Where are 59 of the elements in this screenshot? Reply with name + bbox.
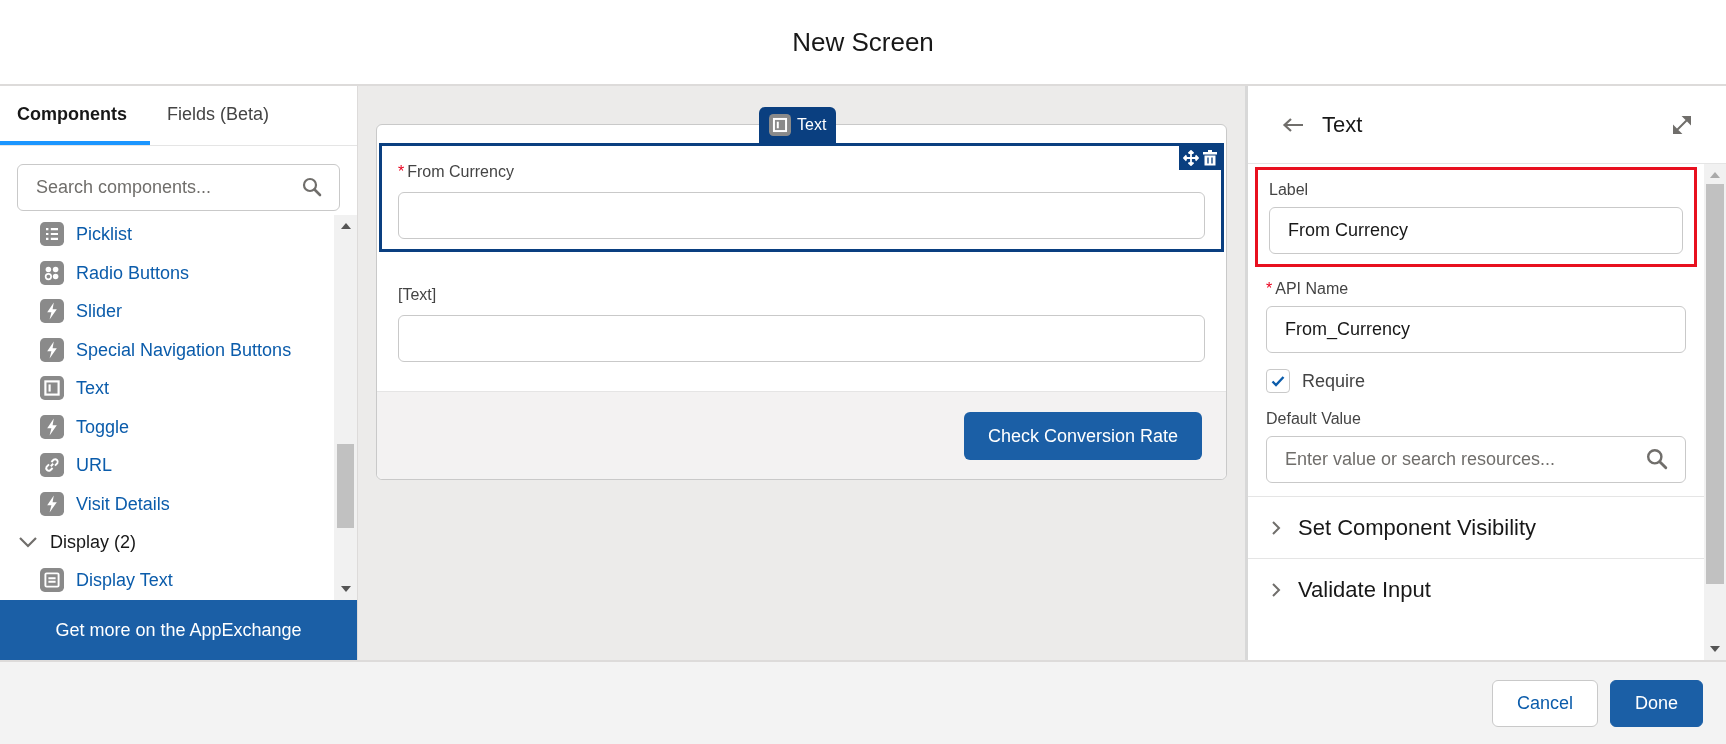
- delete-icon[interactable]: [1203, 150, 1217, 166]
- required-mark: *: [1266, 279, 1273, 299]
- text-field-icon: [769, 114, 791, 136]
- lightning-bolt-icon: [40, 337, 64, 362]
- scrollbar[interactable]: [334, 215, 357, 600]
- expand-icon[interactable]: [1672, 114, 1692, 135]
- field-label: [Text]: [398, 285, 437, 305]
- appexchange-button[interactable]: Get more on the AppExchange: [0, 600, 357, 660]
- input-field[interactable]: [398, 192, 1205, 239]
- component-item[interactable]: Text: [76, 374, 109, 403]
- move-icon[interactable]: [1183, 150, 1199, 166]
- component-item[interactable]: Slider: [76, 297, 123, 326]
- check-icon: [1271, 375, 1285, 387]
- back-arrow-icon[interactable]: [1282, 116, 1304, 133]
- component-item[interactable]: Picklist: [76, 220, 132, 249]
- required-mark: *: [398, 162, 405, 182]
- scroll-down-icon[interactable]: [340, 586, 351, 592]
- tab[interactable]: Fields (Beta): [150, 86, 287, 145]
- panel-title: Text: [1322, 111, 1363, 139]
- scroll-thumb[interactable]: [337, 444, 354, 528]
- section-header[interactable]: Display (2): [50, 528, 137, 556]
- scroll-up-icon[interactable]: [340, 223, 351, 229]
- default-value-field[interactable]: Enter value or search resources...: [1266, 436, 1686, 483]
- search-icon: [1646, 448, 1668, 470]
- scroll-thumb[interactable]: [1706, 184, 1724, 584]
- scrollbar[interactable]: [1704, 164, 1726, 660]
- display-text-icon: [40, 568, 64, 593]
- component-item[interactable]: Radio Buttons: [76, 258, 190, 287]
- selected-component[interactable]: * From Currency: [379, 143, 1224, 252]
- checkbox[interactable]: [1266, 369, 1290, 393]
- component-item[interactable]: Special Navigation Buttons: [76, 335, 292, 364]
- search-icon: [302, 177, 322, 197]
- list-icon: [40, 222, 64, 247]
- link-icon: [40, 453, 64, 478]
- cancel-button[interactable]: Cancel: [1491, 679, 1598, 727]
- text-field-icon: [40, 376, 64, 401]
- component-item[interactable]: URL: [76, 451, 112, 480]
- component-item[interactable]: Display Text: [76, 566, 173, 595]
- input-field[interactable]: [398, 315, 1205, 362]
- component-item[interactable]: Visit Details: [76, 489, 170, 518]
- field-label: From Currency: [407, 162, 514, 182]
- window-title: New Screen: [792, 25, 934, 59]
- tab[interactable]: Components: [0, 86, 150, 145]
- lightning-bolt-icon: [40, 414, 64, 439]
- radio-buttons-icon: [40, 260, 64, 285]
- field-label: API Name: [1275, 279, 1349, 299]
- scroll-down-icon[interactable]: [1710, 646, 1720, 652]
- checkbox-label: Require: [1302, 370, 1366, 393]
- lightning-bolt-icon: [40, 491, 64, 516]
- check-conversion-rate-button[interactable]: Check Conversion Rate: [963, 411, 1202, 460]
- field-label: Default Value: [1266, 409, 1362, 429]
- field-label: Label: [1269, 180, 1310, 200]
- component-tab[interactable]: Text: [759, 107, 837, 143]
- done-button[interactable]: Done: [1609, 679, 1703, 727]
- component-item[interactable]: Toggle: [76, 412, 130, 441]
- search-field[interactable]: Search components...: [17, 164, 340, 211]
- label-input[interactable]: From Currency: [1269, 207, 1683, 254]
- lightning-bolt-icon: [40, 299, 64, 324]
- api-name-input[interactable]: From_Currency: [1266, 306, 1686, 353]
